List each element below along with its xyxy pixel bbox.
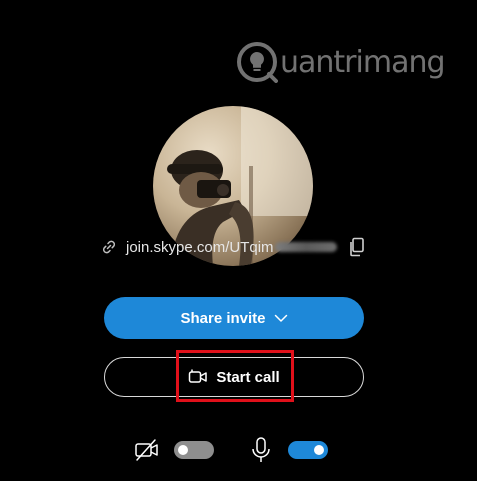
share-invite-button[interactable]: Share invite bbox=[104, 297, 364, 339]
lightbulb-q-logo-icon bbox=[237, 42, 278, 83]
microphone-icon bbox=[252, 437, 270, 462]
meeting-link-text[interactable]: join.skype.com/UTqim bbox=[126, 239, 274, 256]
video-call-icon bbox=[189, 369, 208, 383]
share-invite-label: Share invite bbox=[180, 309, 266, 327]
media-controls bbox=[134, 436, 334, 464]
link-icon bbox=[102, 240, 116, 254]
start-call-label: Start call bbox=[216, 368, 280, 386]
start-call-button[interactable]: Start call bbox=[104, 357, 364, 397]
watermark-text: uantrimang bbox=[280, 44, 446, 80]
watermark: uantrimang bbox=[236, 40, 446, 84]
camera-toggle[interactable] bbox=[174, 441, 214, 459]
camera-off-icon bbox=[135, 439, 158, 461]
chevron-down-icon bbox=[274, 314, 287, 322]
copy-icon[interactable] bbox=[348, 237, 366, 257]
microphone-toggle-knob bbox=[314, 445, 324, 455]
meeting-link-row: join.skype.com/UTqim bbox=[100, 236, 370, 258]
link-redacted bbox=[274, 242, 337, 252]
microphone-toggle[interactable] bbox=[288, 441, 328, 459]
camera-toggle-knob bbox=[178, 445, 188, 455]
